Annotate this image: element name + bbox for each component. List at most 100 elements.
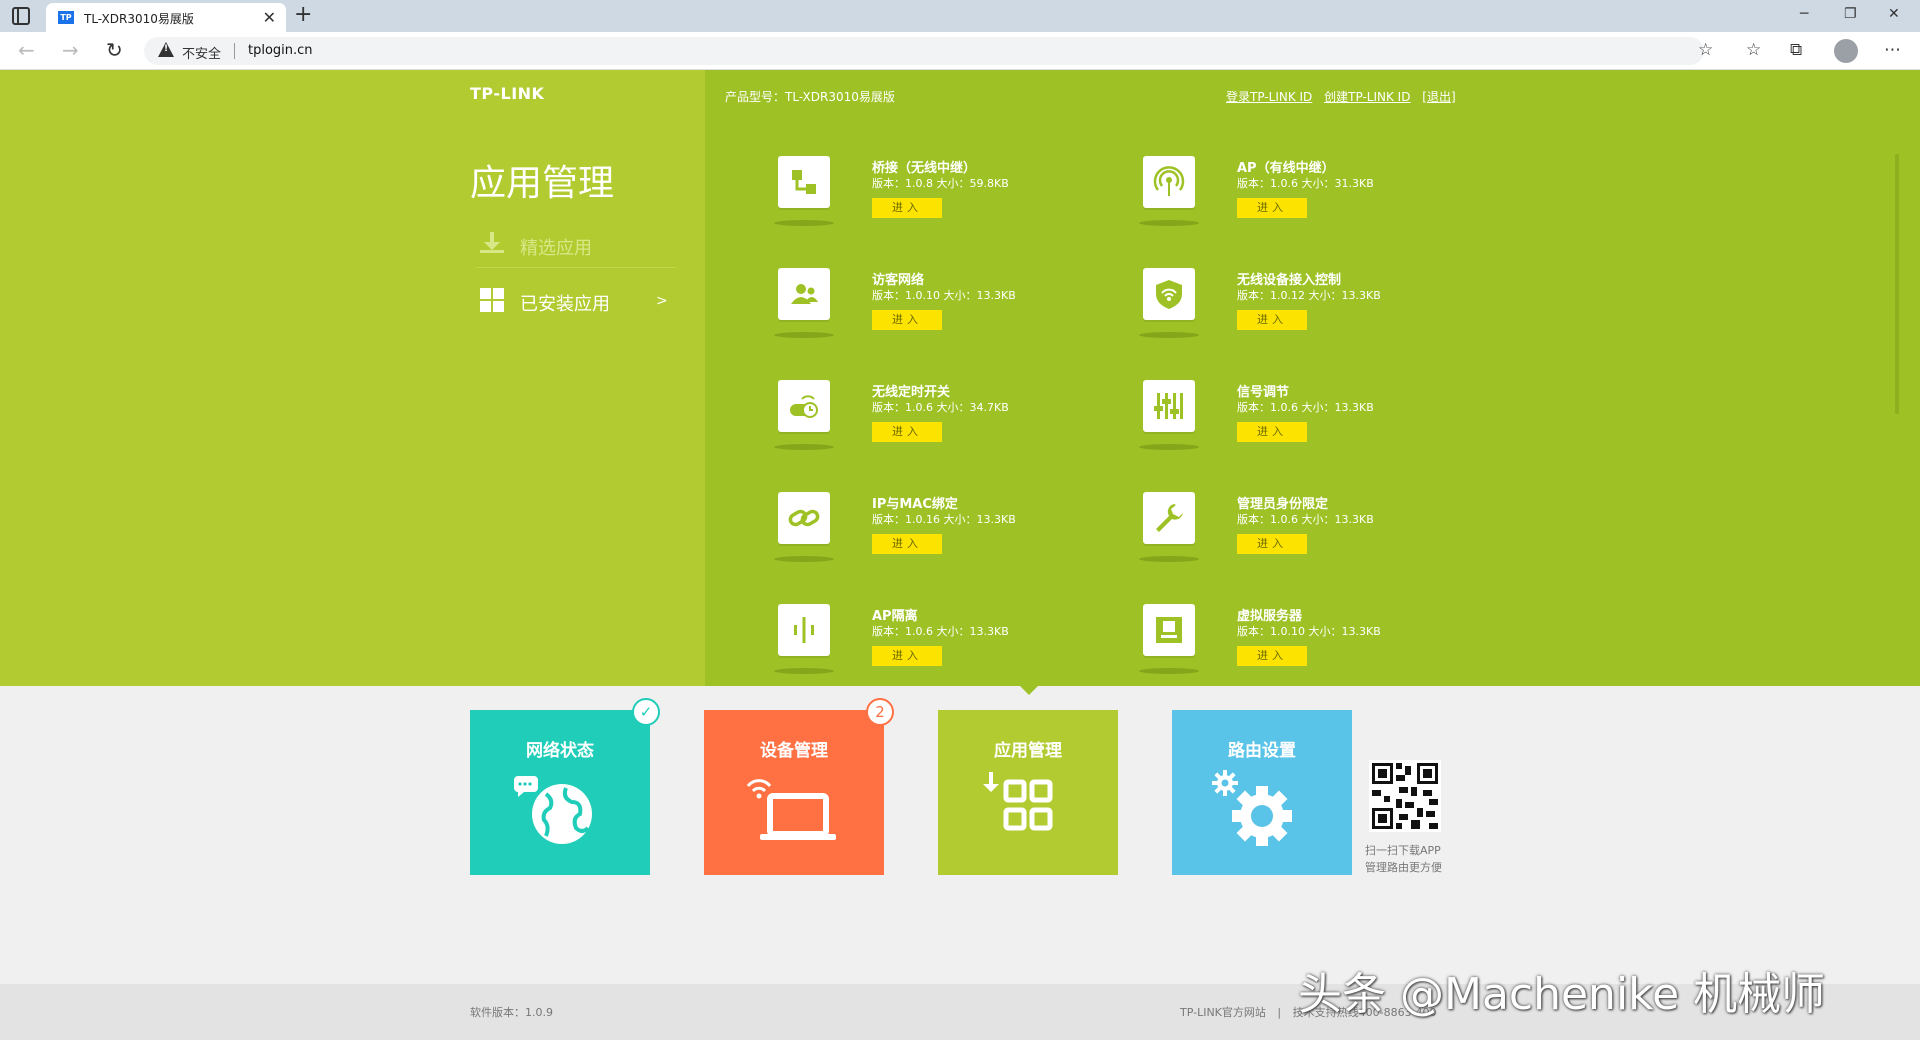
sidebar-item-featured[interactable]: 精选应用 — [476, 224, 676, 268]
tile-shadow — [1139, 556, 1199, 562]
enter-button[interactable]: 进入 — [1237, 646, 1307, 666]
tile-title: 应用管理 — [994, 741, 1062, 761]
qr-caption-line: 扫一扫下载APP — [1365, 844, 1441, 857]
account-links: 登录TP-LINK ID 创建TP-LINK ID [退出] — [1226, 88, 1464, 105]
browser-tab[interactable]: TP TL-XDR3010易展版 ✕ — [46, 3, 286, 32]
tile-app-management[interactable]: 应用管理 — [938, 710, 1118, 875]
more-menu-icon[interactable]: ⋯ — [1884, 40, 1901, 60]
server-icon[interactable] — [1143, 604, 1195, 656]
warning-icon[interactable] — [158, 42, 174, 57]
app-meta: 版本：1.0.10 大小：13.3KB — [872, 289, 1016, 302]
tab-title: TL-XDR3010易展版 — [84, 12, 194, 26]
tile-device-management[interactable]: 设备管理 2 — [704, 698, 894, 875]
link-icon[interactable] — [778, 492, 830, 544]
app-item: 无线设备接入控制 版本：1.0.12 大小：13.3KB 进入 — [1139, 268, 1463, 358]
app-item: 虚拟服务器 版本：1.0.10 大小：13.3KB 进入 — [1139, 604, 1463, 694]
back-icon[interactable]: ← — [18, 38, 35, 62]
apps-icon — [983, 772, 1053, 831]
app-name: 信号调节 — [1237, 385, 1290, 400]
enter-button[interactable]: 进入 — [872, 422, 942, 442]
enter-button[interactable]: 进入 — [1237, 198, 1307, 218]
tile-shadow — [774, 668, 834, 674]
new-tab-icon[interactable]: + — [294, 2, 312, 27]
notification-badge: 2 — [866, 698, 894, 726]
app-name: AP隔离 — [872, 609, 918, 624]
tile-shadow — [1139, 220, 1199, 226]
app-meta: 版本：1.0.6 大小：31.3KB — [1237, 177, 1374, 190]
wifi-timer-icon[interactable] — [778, 380, 830, 432]
globe-icon — [514, 776, 592, 844]
qr-caption-line: 管理路由更方便 — [1365, 861, 1442, 874]
gear-icon — [1212, 770, 1292, 846]
app-name: 访客网络 — [872, 273, 925, 288]
app-item: 桥接（无线中继） 版本：1.0.8 大小：59.8KB 进入 — [774, 156, 1098, 246]
url-text[interactable]: tplogin.cn — [248, 43, 313, 58]
product-model: 产品型号：TL-XDR3010易展版 — [725, 90, 895, 104]
close-tab-icon[interactable]: ✕ — [263, 8, 276, 27]
restore-icon[interactable]: ❐ — [1844, 6, 1857, 22]
forward-icon[interactable]: → — [62, 38, 79, 62]
reload-icon[interactable]: ↻ — [106, 38, 123, 62]
browser-tab-bar: TP TL-XDR3010易展版 ✕ + ─ ❐ ✕ — [0, 0, 1920, 32]
tile-router-settings[interactable]: 路由设置 — [1172, 710, 1352, 875]
apps-scrollbar[interactable] — [1895, 154, 1899, 414]
official-site-link[interactable]: TP-LINK官方网站 — [1180, 1006, 1266, 1019]
enter-button[interactable]: 进入 — [872, 534, 942, 554]
minimize-icon[interactable]: ─ — [1800, 6, 1808, 22]
app-item: 访客网络 版本：1.0.10 大小：13.3KB 进入 — [774, 268, 1098, 358]
address-bar: ← → ↻ 不安全 tplogin.cn ☆ ☆ ⧉ ⋯ — [0, 32, 1920, 70]
laptop-icon — [746, 779, 836, 840]
enter-button[interactable]: 进入 — [1237, 422, 1307, 442]
chevron-right-icon: > — [656, 293, 668, 309]
enter-button[interactable]: 进入 — [872, 198, 942, 218]
wrench-icon[interactable] — [1143, 492, 1195, 544]
app-meta: 版本：1.0.6 大小：13.3KB — [1237, 513, 1374, 526]
profile-avatar[interactable] — [1834, 39, 1858, 63]
favorite-star-icon[interactable]: ☆ — [1698, 40, 1713, 60]
close-window-icon[interactable]: ✕ — [1888, 6, 1900, 22]
url-input[interactable]: 不安全 tplogin.cn — [144, 37, 1704, 65]
enter-button[interactable]: 进入 — [872, 646, 942, 666]
app-name: 桥接（无线中继） — [872, 161, 977, 176]
signal-adjust-icon[interactable] — [1143, 380, 1195, 432]
guest-network-icon[interactable] — [778, 268, 830, 320]
app-item: AP（有线中继） 版本：1.0.6 大小：31.3KB 进入 — [1139, 156, 1463, 246]
app-item: 管理员身份限定 版本：1.0.6 大小：13.3KB 进入 — [1139, 492, 1463, 582]
check-badge-icon: ✓ — [632, 698, 660, 726]
tile-shadow — [1139, 332, 1199, 338]
app-item: 无线定时开关 版本：1.0.6 大小：34.7KB 进入 — [774, 380, 1098, 470]
tile-title: 网络状态 — [526, 741, 594, 761]
tile-shadow — [774, 444, 834, 450]
tile-shadow — [774, 220, 834, 226]
tile-title: 路由设置 — [1228, 741, 1296, 761]
insecure-label[interactable]: 不安全 — [182, 43, 221, 62]
ap-icon[interactable] — [1143, 156, 1195, 208]
tile-shadow — [1139, 444, 1199, 450]
access-control-icon[interactable] — [1143, 268, 1195, 320]
tile-network-status[interactable]: 网络状态 ✓ — [470, 698, 660, 875]
enter-button[interactable]: 进入 — [1237, 310, 1307, 330]
ap-isolation-icon[interactable] — [778, 604, 830, 656]
app-name: AP（有线中继） — [1237, 161, 1335, 176]
create-id-link[interactable]: 创建TP-LINK ID — [1324, 90, 1410, 104]
app-meta: 版本：1.0.10 大小：13.3KB — [1237, 625, 1381, 638]
app-meta: 版本：1.0.6 大小：13.3KB — [1237, 401, 1374, 414]
qr-caption: 扫一扫下载APP 管理路由更方便 — [1365, 842, 1442, 876]
qr-code-image — [1369, 760, 1441, 832]
download-icon-base — [480, 250, 504, 253]
login-link[interactable]: 登录TP-LINK ID — [1226, 90, 1312, 104]
app-item: AP隔离 版本：1.0.6 大小：13.3KB 进入 — [774, 604, 1098, 694]
bridge-icon[interactable] — [778, 156, 830, 208]
sidebar-item-installed[interactable]: 已安装应用 > — [476, 280, 676, 324]
router-page: TP-LINK 产品型号：TL-XDR3010易展版 登录TP-LINK ID … — [0, 70, 1920, 1040]
app-meta: 版本：1.0.16 大小：13.3KB — [872, 513, 1016, 526]
tab-actions-icon[interactable] — [12, 7, 30, 25]
enter-button[interactable]: 进入 — [1237, 534, 1307, 554]
app-name: 虚拟服务器 — [1237, 609, 1303, 624]
collections-icon[interactable]: ⧉ — [1790, 40, 1802, 60]
divider: | — [1277, 1006, 1282, 1019]
app-name: IP与MAC绑定 — [872, 497, 958, 512]
favorites-icon[interactable]: ☆ — [1746, 40, 1761, 60]
logout-link[interactable]: [退出] — [1422, 90, 1455, 104]
enter-button[interactable]: 进入 — [872, 310, 942, 330]
